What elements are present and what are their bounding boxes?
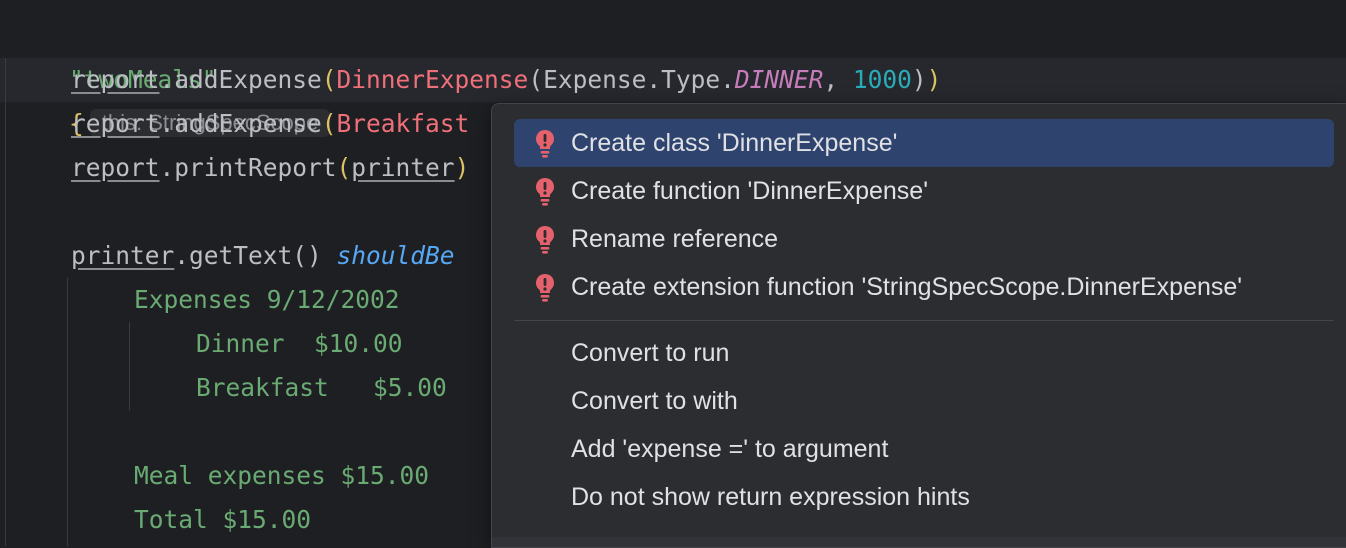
indent-guide — [5, 58, 6, 546]
action-label: Convert to with — [571, 387, 738, 415]
string-line: Dinner $10.00 — [196, 329, 403, 358]
intention-actions-popup[interactable]: Create class 'DinnerExpense' Create func… — [491, 103, 1346, 548]
code-line-add-breakfast: report.addExpense(Breakfast — [71, 102, 469, 146]
amount-literal[interactable]: 1000 — [853, 65, 912, 94]
report-ref[interactable]: report — [71, 65, 160, 94]
printer-arg[interactable]: printer — [351, 153, 454, 182]
action-label: Convert to run — [571, 339, 730, 367]
printer-ref[interactable]: printer — [71, 241, 174, 270]
action-label: Do not show return expression hints — [571, 483, 970, 511]
paren: ( — [336, 153, 352, 182]
add-expense-call[interactable]: .addExpense — [160, 109, 322, 138]
paren: ) — [911, 65, 927, 94]
action-add-named-argument[interactable]: Add 'expense =' to argument — [514, 425, 1334, 473]
code-line-add-dinner: report.addExpense(DinnerExpense(Expense.… — [71, 58, 941, 102]
action-label: Rename reference — [571, 225, 779, 253]
action-label: Create function 'DinnerExpense' — [571, 177, 928, 205]
paren: ( — [321, 65, 337, 94]
string-line: Breakfast $5.00 — [196, 373, 447, 402]
indent-guide — [67, 278, 68, 546]
action-create-function[interactable]: Create function 'DinnerExpense' — [514, 167, 1334, 215]
action-rename-reference[interactable]: Rename reference — [514, 215, 1334, 263]
action-label: Add 'expense =' to argument — [571, 435, 889, 463]
indent-guide — [129, 322, 130, 410]
red-bulb-icon — [536, 226, 554, 254]
action-convert-to-with[interactable]: Convert to with — [514, 377, 1334, 425]
red-bulb-icon — [536, 274, 554, 302]
action-create-class[interactable]: Create class 'DinnerExpense' — [514, 119, 1334, 167]
red-bulb-icon — [536, 178, 554, 206]
paren: ( — [528, 65, 544, 94]
paren: ( — [321, 109, 337, 138]
string-line: Meal expenses $15.00 — [134, 461, 430, 490]
action-create-extension-function[interactable]: Create extension function 'StringSpecSco… — [514, 263, 1334, 311]
string-line: Expenses 9/12/2002 — [134, 285, 400, 314]
get-text-call[interactable]: .getText() — [174, 241, 322, 270]
code-line-get-text: printer.getText() shouldBe — [71, 234, 455, 278]
should-be-infix[interactable]: shouldBe — [337, 241, 455, 270]
add-expense-call[interactable]: .addExpense — [160, 65, 322, 94]
comma: , — [823, 65, 853, 94]
action-hide-return-hints[interactable]: Do not show return expression hints — [514, 473, 1334, 521]
paren: ) — [926, 65, 942, 94]
print-report-call[interactable]: .printReport — [160, 153, 337, 182]
code-line-test-header: "twoMeals" {this: StringSpecScope — [10, 14, 331, 138]
unresolved-breakfast-expense[interactable]: Breakfast — [337, 109, 470, 138]
report-ref[interactable]: report — [71, 153, 160, 182]
paren: ) — [454, 153, 470, 182]
code-line-print-report: report.printReport(printer) — [71, 146, 469, 190]
type-path[interactable]: Expense.Type. — [543, 65, 735, 94]
unresolved-dinner-expense[interactable]: DinnerExpense — [337, 65, 529, 94]
action-convert-to-run[interactable]: Convert to run — [514, 329, 1334, 377]
menu-separator — [514, 320, 1334, 321]
action-label: Create class 'DinnerExpense' — [571, 129, 898, 157]
report-ref[interactable]: report — [71, 109, 160, 138]
action-label: Create extension function 'StringSpecSco… — [571, 273, 1243, 301]
string-line: Total $15.00 — [134, 505, 312, 534]
red-bulb-icon — [536, 130, 554, 158]
enum-value[interactable]: DINNER — [735, 65, 824, 94]
